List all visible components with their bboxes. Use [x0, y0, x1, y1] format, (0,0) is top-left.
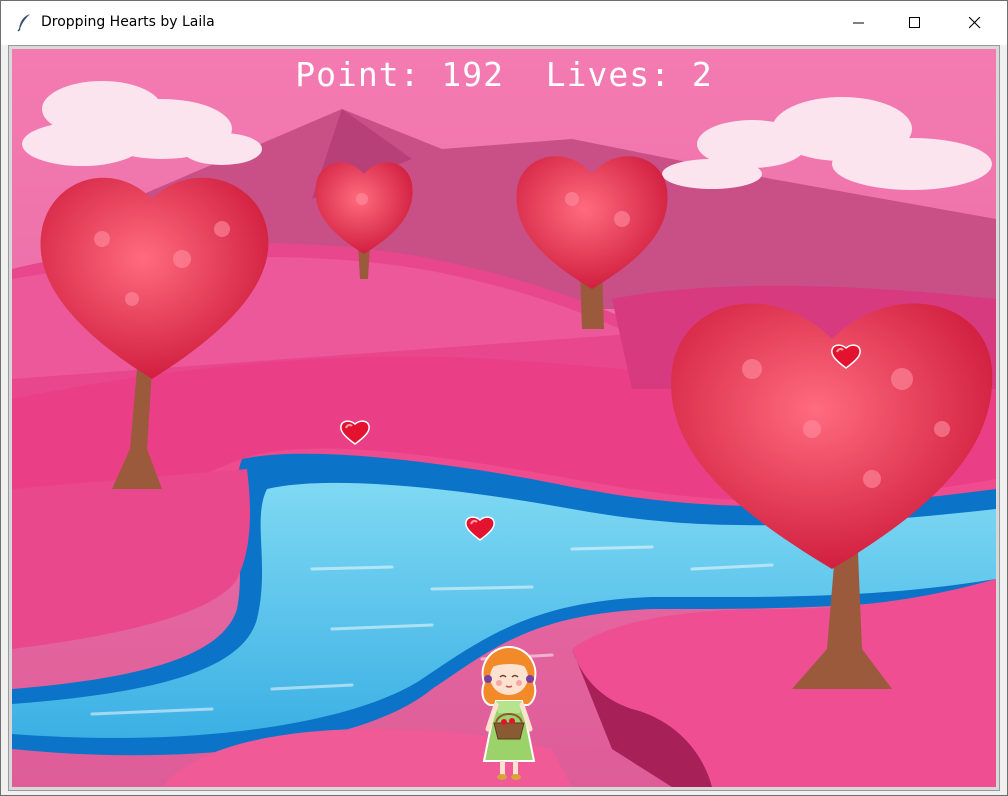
- close-button[interactable]: [947, 1, 1003, 45]
- falling-heart-icon: [465, 516, 495, 541]
- window-title: Dropping Hearts by Laila: [41, 14, 215, 30]
- lives-label: Lives:: [545, 55, 671, 94]
- lives-value: 2: [691, 55, 713, 94]
- title-bar[interactable]: Dropping Hearts by Laila: [1, 1, 1007, 45]
- score-display: Point: 192 Lives: 2: [12, 55, 996, 94]
- minimize-button[interactable]: [831, 1, 887, 45]
- maximize-icon: [909, 17, 920, 28]
- close-icon: [969, 17, 981, 29]
- game-scene[interactable]: Point: 192 Lives: 2: [12, 49, 996, 787]
- point-value: 192: [441, 55, 504, 94]
- game-canvas-frame: Point: 192 Lives: 2: [8, 45, 1000, 791]
- minimize-icon: [853, 22, 864, 24]
- falling-heart-icon: [340, 420, 370, 445]
- player-girl-icon[interactable]: [472, 643, 546, 783]
- feather-icon: [15, 12, 35, 32]
- maximize-button[interactable]: [887, 1, 943, 45]
- falling-heart-icon: [831, 344, 861, 369]
- point-label: Point:: [295, 55, 421, 94]
- game-window: Dropping Hearts by Laila Point: 192 Live…: [0, 0, 1008, 796]
